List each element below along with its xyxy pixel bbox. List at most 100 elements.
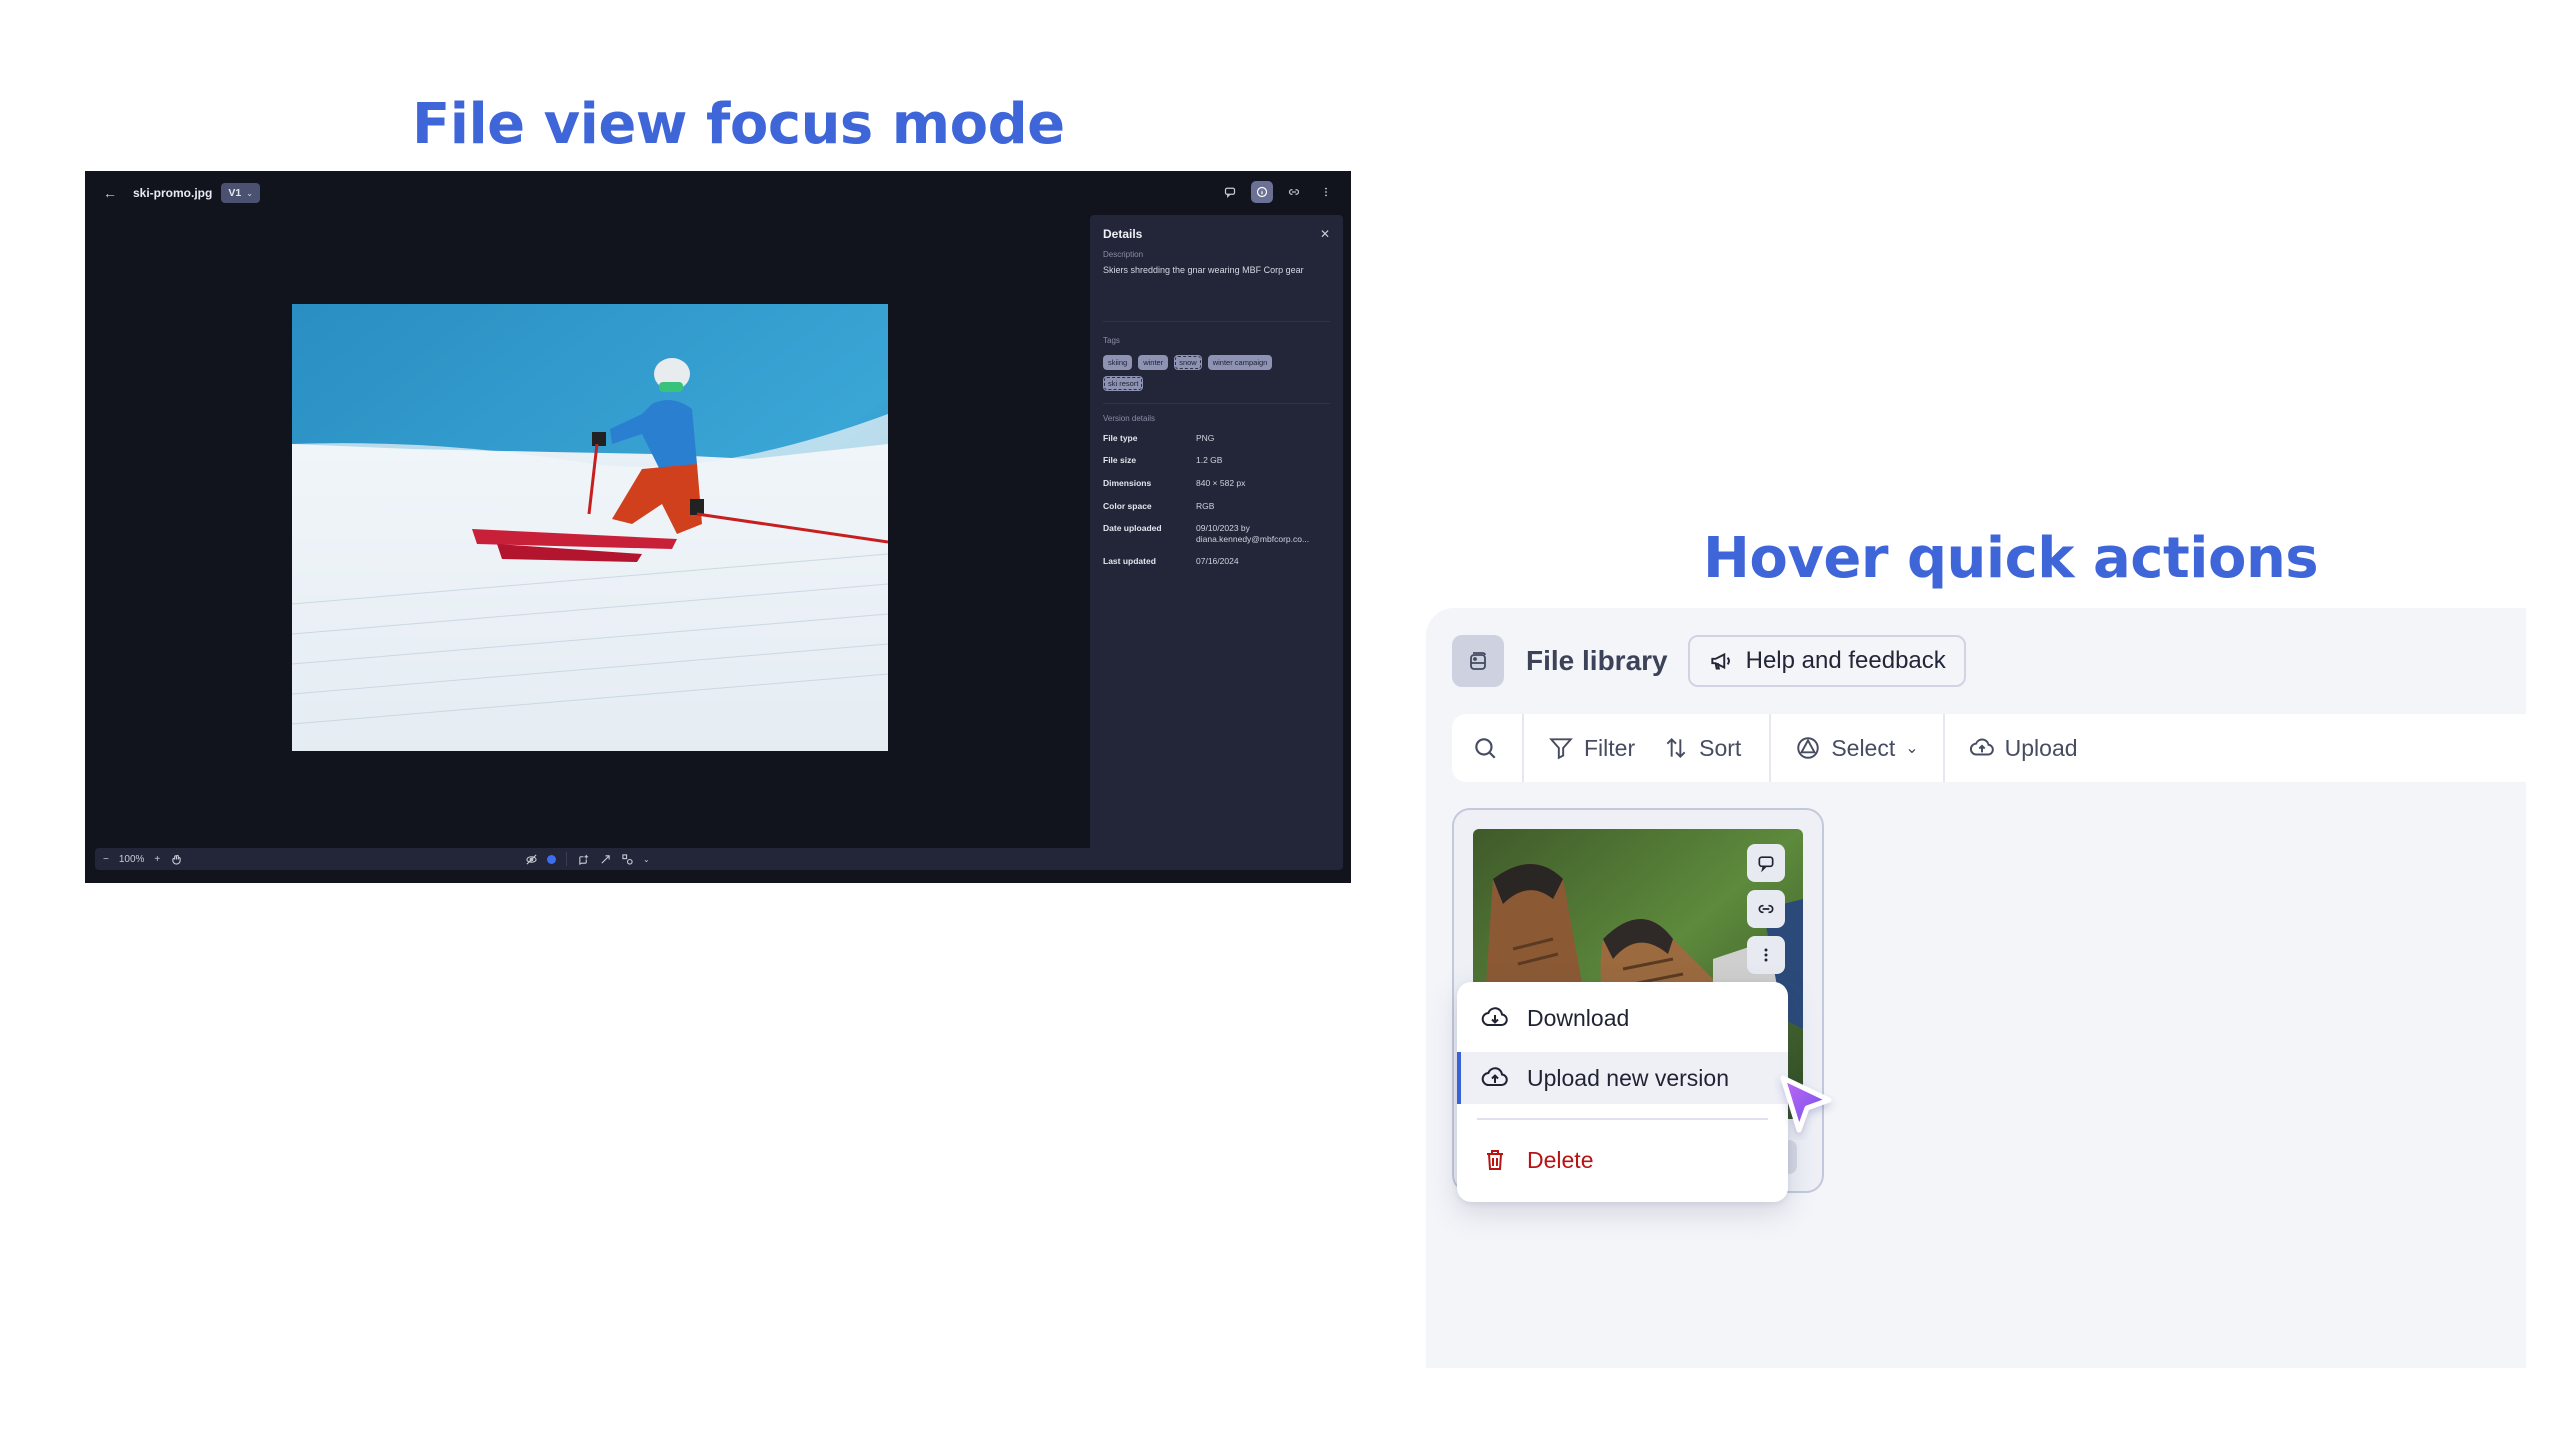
link-quick-action[interactable] [1747,890,1785,928]
zoom-in-button[interactable]: + [154,854,160,865]
detail-value: 1.2 GB [1196,455,1223,466]
download-label: Download [1527,1004,1630,1031]
uploader-email: diana.kennedy@mbfcorp.co... [1196,533,1310,544]
more-quick-action[interactable] [1747,936,1785,974]
detail-key: Color space [1103,500,1152,511]
file-library-panel: File library Help and feedback Filter So… [1426,608,2526,1368]
detail-key: Dimensions [1103,477,1152,488]
detail-value: RGB [1196,500,1215,511]
upload-button[interactable]: Upload [1945,714,2102,782]
detail-value: 09/10/2023 by diana.kennedy@mbfcorp.co..… [1196,523,1309,544]
menu-divider [1477,1118,1768,1120]
file-viewer: ← ski-promo.jpg V1 ⌄ − 100% + ⌄ Details … [85,171,1351,883]
detail-key: Date uploaded [1103,523,1162,534]
date-uploaded: 09/10/2023 by [1196,523,1250,534]
file-name: ski-promo.jpg [133,186,213,200]
tag[interactable]: snow [1174,354,1202,370]
detail-value: 840 × 582 px [1196,477,1246,488]
help-feedback-button[interactable]: Help and feedback [1687,635,1966,687]
select-icon [1797,737,1820,759]
detail-row: File type PNG [1103,433,1330,444]
more-vertical-icon [1764,948,1768,962]
description-label: Description [1103,250,1144,259]
filter-label: Filter [1584,734,1636,761]
chevron-down-icon: ⌄ [246,188,253,198]
filter-button[interactable]: Filter [1524,714,1649,782]
color-picker-dot[interactable] [547,854,556,864]
upload-label: Upload [2004,734,2078,761]
detail-key: File size [1103,455,1137,466]
detail-value: 07/16/2024 [1196,556,1239,567]
detail-row: Dimensions 840 × 582 px [1103,478,1330,489]
ski-photo [292,304,888,751]
search-button[interactable] [1452,714,1522,782]
back-arrow-icon[interactable]: ← [101,184,119,202]
info-icon[interactable] [1251,181,1273,203]
tag[interactable]: winter campaign [1207,354,1273,370]
tag-list: skiing winter snow winter campaign ski r… [1103,354,1303,391]
details-title: Details [1103,227,1143,241]
version-dropdown[interactable]: V1 ⌄ [221,183,260,203]
cloud-download-icon [1481,1007,1508,1026]
tag[interactable]: ski resort [1103,375,1144,391]
mouse-pointer-icon [1771,1070,1841,1140]
more-vertical-icon[interactable] [1315,181,1337,203]
megaphone-icon [1710,652,1730,670]
detail-key: File type [1103,432,1138,443]
version-details-table: File type PNG File size 1.2 GB Dimension… [1103,433,1330,567]
tags-label: Tags [1103,335,1120,345]
arrow-tool-icon[interactable] [599,853,611,865]
library-title: File library [1526,645,1668,676]
close-icon[interactable]: ✕ [1320,227,1330,241]
menu-item-download[interactable]: Download [1457,992,1788,1044]
cloud-upload-icon [1969,738,1994,756]
comment-icon [1758,856,1774,873]
filter-icon [1549,738,1573,760]
tag[interactable]: winter [1138,354,1169,370]
hand-pan-icon[interactable] [170,853,182,865]
version-details-label: Version details [1103,413,1156,423]
file-card[interactable]: Download Upload new version Delete [1452,808,1824,1202]
cloud-upload-icon [1481,1067,1508,1086]
hide-annotations-icon[interactable] [525,853,537,865]
divider [1103,402,1330,404]
tag[interactable]: skiing [1103,354,1133,370]
comment-icon[interactable] [1219,181,1241,203]
zoom-out-button[interactable]: − [103,854,109,865]
delete-label: Delete [1527,1146,1594,1173]
chevron-down-icon: ⌄ [1905,740,1919,757]
description-text[interactable]: Skiers shredding the gnar wearing MBF Co… [1103,265,1330,277]
detail-key: Last updated [1103,556,1156,567]
detail-row: File size 1.2 GB [1103,455,1330,466]
viewer-topbar: ← ski-promo.jpg V1 ⌄ [85,171,1351,215]
select-dropdown[interactable]: Select ⌄ [1771,714,1942,782]
search-icon [1475,738,1496,759]
sort-label: Sort [1699,734,1742,761]
toolbar-divider [566,852,567,866]
help-feedback-label: Help and feedback [1745,647,1946,674]
shape-tool-icon[interactable] [621,853,633,865]
detail-value: PNG [1196,432,1215,443]
detail-row: Last updated 07/16/2024 [1103,556,1330,567]
select-label: Select [1831,734,1896,761]
details-panel: Details ✕ Description Skiers shredding t… [1090,215,1343,870]
zoom-level: 100% [118,853,145,865]
quick-actions-menu: Download Upload new version Delete [1457,982,1788,1202]
version-label: V1 [228,187,242,199]
trash-icon [1487,1150,1503,1170]
menu-item-delete[interactable]: Delete [1457,1134,1788,1186]
menu-item-upload-new-version[interactable]: Upload new version [1457,1052,1788,1104]
file-library-logo-icon [1452,635,1504,687]
section-title-file-view: File view focus mode [412,92,1065,157]
sort-button[interactable]: Sort [1649,714,1769,782]
detail-row: Date uploaded 09/10/2023 by diana.kenned… [1103,523,1330,544]
comment-add-icon[interactable] [577,853,589,865]
comment-quick-action[interactable] [1747,844,1785,882]
divider [1103,320,1330,322]
section-title-hover-actions: Hover quick actions [1703,526,2319,591]
sort-icon [1666,737,1686,759]
chevron-down-icon[interactable]: ⌄ [643,855,650,864]
link-icon[interactable] [1283,181,1305,203]
detail-row: Color space RGB [1103,501,1330,512]
upload-new-version-label: Upload new version [1527,1064,1730,1091]
